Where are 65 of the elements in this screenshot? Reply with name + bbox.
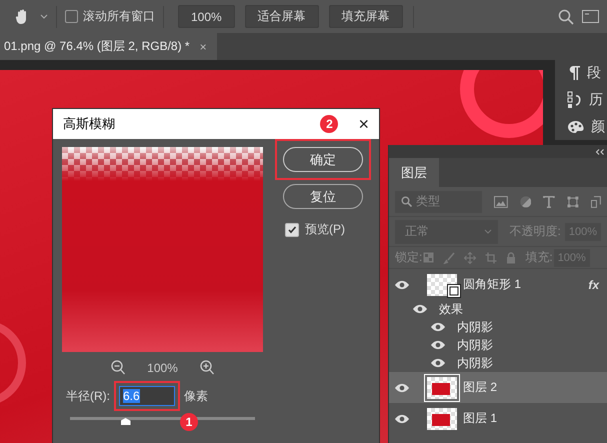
toolbar-button[interactable]: 适合屏幕 bbox=[244, 5, 319, 28]
checkbox[interactable] bbox=[65, 10, 78, 23]
slider-thumb[interactable] bbox=[120, 418, 130, 425]
close-tab-button[interactable]: × bbox=[200, 40, 207, 54]
search-icon[interactable] bbox=[558, 8, 574, 24]
eye-icon[interactable] bbox=[394, 382, 410, 392]
radius-field[interactable]: 6.6 bbox=[119, 386, 175, 406]
dialog-title: 高斯模糊 bbox=[63, 115, 115, 133]
layer-thumbnail bbox=[427, 376, 457, 398]
eye-icon[interactable] bbox=[394, 414, 410, 424]
toolbar-button[interactable]: 填充屏幕 bbox=[328, 5, 403, 28]
layer-row[interactable]: 内阴影 bbox=[389, 318, 607, 336]
eye-icon[interactable] bbox=[394, 280, 410, 290]
layer-name: 图层 1 bbox=[463, 410, 498, 427]
reset-button[interactable]: 复位 bbox=[283, 184, 363, 209]
layer-name: 效果 bbox=[439, 300, 463, 318]
layer-row[interactable]: 图层 2 bbox=[389, 372, 607, 403]
layer-row[interactable]: 图层 1 bbox=[389, 403, 607, 434]
workspace-icon[interactable] bbox=[582, 10, 599, 23]
layer-name: 图层 2 bbox=[463, 379, 498, 396]
panel-label[interactable]: 颜 bbox=[591, 118, 605, 136]
step-badge: 1 bbox=[180, 413, 198, 431]
eye-icon[interactable] bbox=[430, 340, 446, 350]
checkbox-label: 滚动所有窗口 bbox=[83, 8, 155, 25]
half-circle-icon[interactable] bbox=[520, 196, 532, 208]
close-button[interactable]: × bbox=[358, 114, 369, 134]
eye-icon[interactable] bbox=[430, 358, 446, 368]
collapse-icon[interactable] bbox=[595, 148, 605, 154]
checkbox[interactable] bbox=[285, 222, 299, 236]
paragraph-icon[interactable] bbox=[567, 65, 581, 82]
layers-tab[interactable]: 图层 bbox=[389, 158, 439, 187]
fx-label: fx bbox=[588, 278, 599, 292]
panel-label[interactable]: 历 bbox=[589, 90, 603, 109]
toolbar-button[interactable]: 100% bbox=[178, 5, 235, 28]
transform-icon[interactable] bbox=[567, 196, 580, 208]
eye-icon[interactable] bbox=[412, 304, 428, 314]
document-tab[interactable]: 01.png @ 76.4% (图层 2, RGB/8) * × bbox=[0, 33, 217, 60]
panel-label[interactable]: 段 bbox=[587, 64, 601, 82]
palette-icon[interactable] bbox=[567, 120, 585, 134]
zoom-out-icon[interactable] bbox=[111, 360, 126, 375]
layer-row[interactable]: 效果 bbox=[389, 300, 607, 318]
layer-name: 圆角矩形 1 bbox=[463, 276, 522, 293]
step-badge: 2 bbox=[320, 115, 338, 133]
layer-row[interactable]: 内阴影 bbox=[389, 354, 607, 372]
ok-button[interactable]: 确定 bbox=[283, 147, 363, 172]
layer-name: 内阴影 bbox=[457, 354, 493, 372]
zoom-in-icon[interactable] bbox=[200, 360, 214, 375]
checkmark-icon bbox=[287, 224, 297, 234]
type-icon[interactable] bbox=[543, 196, 556, 208]
layer-row[interactable]: 圆角矩形 1 fx bbox=[389, 269, 607, 300]
eye-icon[interactable] bbox=[430, 322, 446, 332]
chevron-down-icon bbox=[484, 228, 492, 234]
checkbox-label: 预览(P) bbox=[305, 221, 345, 238]
history-icon[interactable] bbox=[567, 90, 583, 109]
layer-name: 内阴影 bbox=[457, 336, 493, 354]
layer-thumbnail bbox=[427, 408, 457, 430]
chevron-down-icon[interactable] bbox=[40, 14, 48, 20]
search-icon bbox=[401, 196, 412, 207]
unit-label: 像素 bbox=[184, 388, 208, 404]
radius-label: 半径(R): bbox=[66, 388, 110, 404]
layer-row[interactable]: 内阴影 bbox=[389, 336, 607, 354]
document-icon[interactable] bbox=[591, 196, 601, 208]
image-icon[interactable] bbox=[494, 196, 508, 208]
layer-name: 内阴影 bbox=[457, 318, 493, 336]
zoom-level: 100% bbox=[147, 360, 178, 374]
